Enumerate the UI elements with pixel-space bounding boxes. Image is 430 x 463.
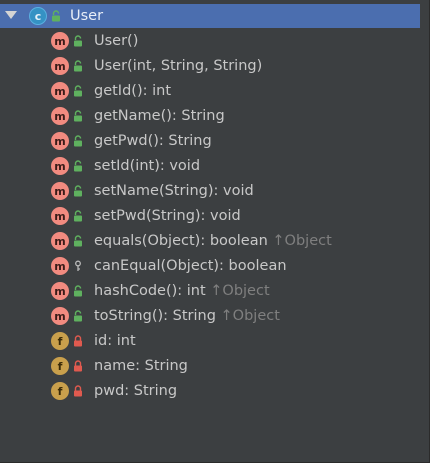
method-icon: m [51,257,69,275]
class-icon: c [29,7,47,25]
inherited-from-label: ↑Object [215,308,280,324]
tree-node-method[interactable]: m getName(): String [0,104,420,129]
field-icon: f [51,332,69,350]
method-icon: m [51,107,69,125]
method-icon: m [51,182,69,200]
tree-node-method[interactable]: m toString(): String ↑Object [0,304,420,329]
tree-node-field[interactable]: f pwd: String [0,379,420,404]
member-signature: hashCode(): int [94,283,206,299]
field-icon: f [51,382,69,400]
member-signature-label: toString(): String ↑Object [94,306,280,326]
member-signature: getPwd(): String [94,133,212,149]
tree-node-method[interactable]: m getPwd(): String [0,129,420,154]
method-icon: m [51,132,69,150]
member-signature: getName(): String [94,108,225,124]
tree-node-method[interactable]: m User(int, String, String) [0,54,420,79]
private-visibility-icon [74,385,82,397]
inherited-from-label: ↑Object [267,233,332,249]
public-visibility-icon [74,35,82,47]
field-icon: f [51,357,69,375]
member-signature: getId(): int [94,83,172,99]
member-signature: User() [94,33,139,49]
member-signature: setPwd(String): void [94,208,241,224]
public-visibility-icon [52,10,60,22]
member-signature: name: String [94,358,188,374]
public-visibility-icon [74,60,82,72]
tree-node-method[interactable]: m hashCode(): int ↑Object [0,279,420,304]
member-signature-label: pwd: String [94,381,177,401]
member-signature: setName(String): void [94,183,254,199]
member-signature-label: User() [94,31,138,51]
member-signature-label: id: int [94,331,136,351]
member-signature: pwd: String [94,383,178,399]
member-signature-label: name: String [94,356,188,376]
private-visibility-icon [74,360,82,372]
public-visibility-icon [74,110,82,122]
method-icon: m [51,207,69,225]
inherited-from-label: ↑Object [205,283,270,299]
tree-node-method[interactable]: m setName(String): void [0,179,420,204]
member-signature-label: hashCode(): int ↑Object [94,281,270,301]
public-visibility-icon [74,135,82,147]
member-signature-label: canEqual(Object): boolean [94,256,287,276]
structure-panel: c User m User() m User(int, String, String)… [0,0,430,463]
method-icon: m [51,157,69,175]
method-icon: m [51,282,69,300]
member-signature-label: getPwd(): String [94,131,212,151]
method-icon: m [51,32,69,50]
method-icon: m [51,307,69,325]
tree-node-method[interactable]: m canEqual(Object): boolean [0,254,420,279]
expand-toggle-icon[interactable] [5,11,17,19]
member-signature-label: equals(Object): boolean ↑Object [94,231,332,251]
public-visibility-icon [74,310,82,322]
member-signature: toString(): String [94,308,216,324]
member-signature: setId(int): void [94,158,201,174]
tree-node-method[interactable]: m equals(Object): boolean ↑Object [0,229,420,254]
member-signature-label: User(int, String, String) [94,56,262,76]
public-visibility-icon [74,285,82,297]
tree-node-class-user[interactable]: c User [0,4,420,28]
tree-node-method[interactable]: m getId(): int [0,79,420,104]
public-visibility-icon [74,210,82,222]
class-name-label: User [70,8,104,24]
member-signature-label: getName(): String [94,106,225,126]
public-visibility-icon [74,85,82,97]
member-signature-label: setName(String): void [94,181,254,201]
member-signature-label: setId(int): void [94,156,200,176]
tree-node-method[interactable]: m setId(int): void [0,154,420,179]
member-signature: id: int [94,333,136,349]
member-signature-label: getId(): int [94,81,171,101]
public-visibility-icon [74,160,82,172]
tree-node-field[interactable]: f name: String [0,354,420,379]
public-visibility-icon [74,235,82,247]
tree-node-field[interactable]: f id: int [0,329,420,354]
private-visibility-icon [74,335,82,347]
tree-node-method[interactable]: m setPwd(String): void [0,204,420,229]
method-icon: m [51,57,69,75]
member-signature: equals(Object): boolean [94,233,268,249]
member-signature: canEqual(Object): boolean [94,258,287,274]
protected-visibility-icon [75,260,81,271]
public-visibility-icon [74,185,82,197]
method-icon: m [51,82,69,100]
member-signature: User(int, String, String) [94,58,263,74]
tree-node-method[interactable]: m User() [0,29,420,54]
member-signature-label: setPwd(String): void [94,206,241,226]
method-icon: m [51,232,69,250]
